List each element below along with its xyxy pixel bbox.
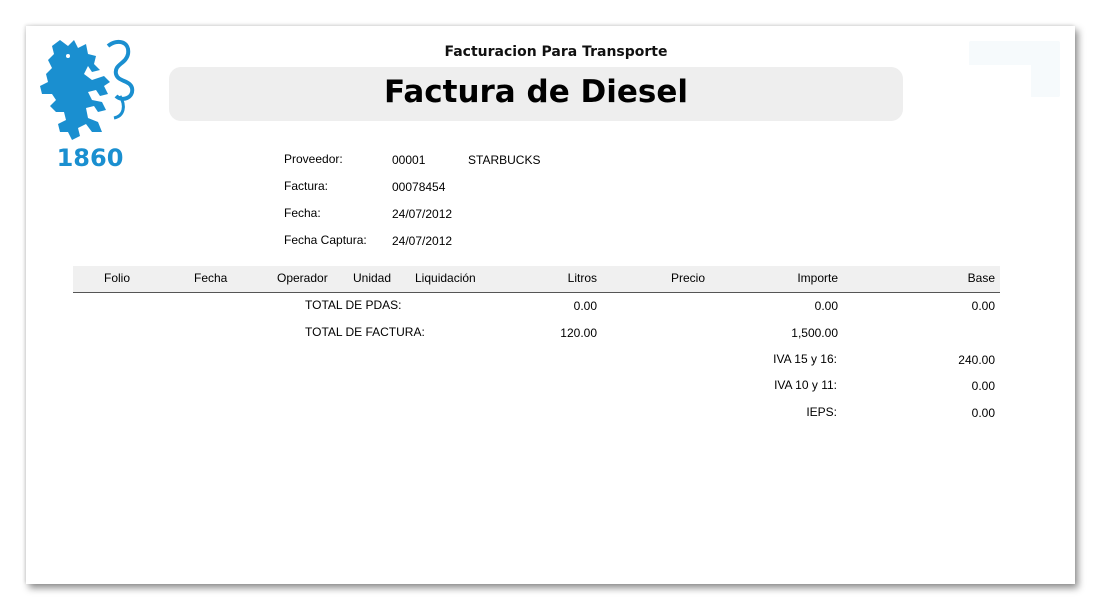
club-logo: 1860 xyxy=(38,36,138,176)
col-folio: Folio xyxy=(104,271,131,285)
lion-crest-icon xyxy=(40,39,135,140)
col-operador: Operador xyxy=(277,271,328,285)
total-factura-importe: 1,500.00 xyxy=(791,326,838,340)
iva11-value: 0.00 xyxy=(971,379,995,393)
captura-value: 24/07/2012 xyxy=(392,234,453,248)
proveedor-label: Proveedor: xyxy=(284,152,343,166)
total-pdas-litros: 0.00 xyxy=(573,299,597,313)
col-base: Base xyxy=(967,271,995,285)
invoice-page: 1860 Facturacion Para Transporte Factura… xyxy=(26,26,1075,584)
ieps-value: 0.00 xyxy=(971,406,995,420)
total-pdas-importe: 0.00 xyxy=(814,299,838,313)
factura-number: 00078454 xyxy=(392,180,446,194)
company-name: Facturacion Para Transporte xyxy=(444,44,668,60)
faded-mark-cutout xyxy=(969,65,1031,97)
iva16-label: IVA 15 y 16: xyxy=(773,352,837,366)
captura-label: Fecha Captura: xyxy=(284,233,367,247)
logo-year: 1860 xyxy=(56,144,124,172)
total-pdas-label: TOTAL DE PDAS: xyxy=(305,298,402,312)
fecha-label: Fecha: xyxy=(284,206,321,220)
iva16-value: 240.00 xyxy=(958,353,995,367)
total-pdas-base: 0.00 xyxy=(971,299,995,313)
title-banner: Factura de Diesel xyxy=(169,67,903,121)
col-importe: Importe xyxy=(797,271,838,285)
factura-label: Factura: xyxy=(284,179,329,193)
col-unidad: Unidad xyxy=(353,271,392,285)
total-factura-label: TOTAL DE FACTURA: xyxy=(305,325,425,339)
col-liquidacion: Liquidación xyxy=(415,271,476,285)
proveedor-code: 00001 xyxy=(392,153,426,167)
faded-mark xyxy=(969,41,1060,97)
iva11-label: IVA 10 y 11: xyxy=(774,378,837,392)
col-fecha: Fecha xyxy=(194,271,228,285)
proveedor-name: STARBUCKS xyxy=(468,153,541,167)
ieps-label: IEPS: xyxy=(806,405,837,419)
page-title: Factura de Diesel xyxy=(383,74,689,110)
col-precio: Precio xyxy=(671,271,706,285)
fecha-value: 24/07/2012 xyxy=(392,207,453,221)
col-litros: Litros xyxy=(567,271,597,285)
total-factura-litros: 120.00 xyxy=(560,326,597,340)
